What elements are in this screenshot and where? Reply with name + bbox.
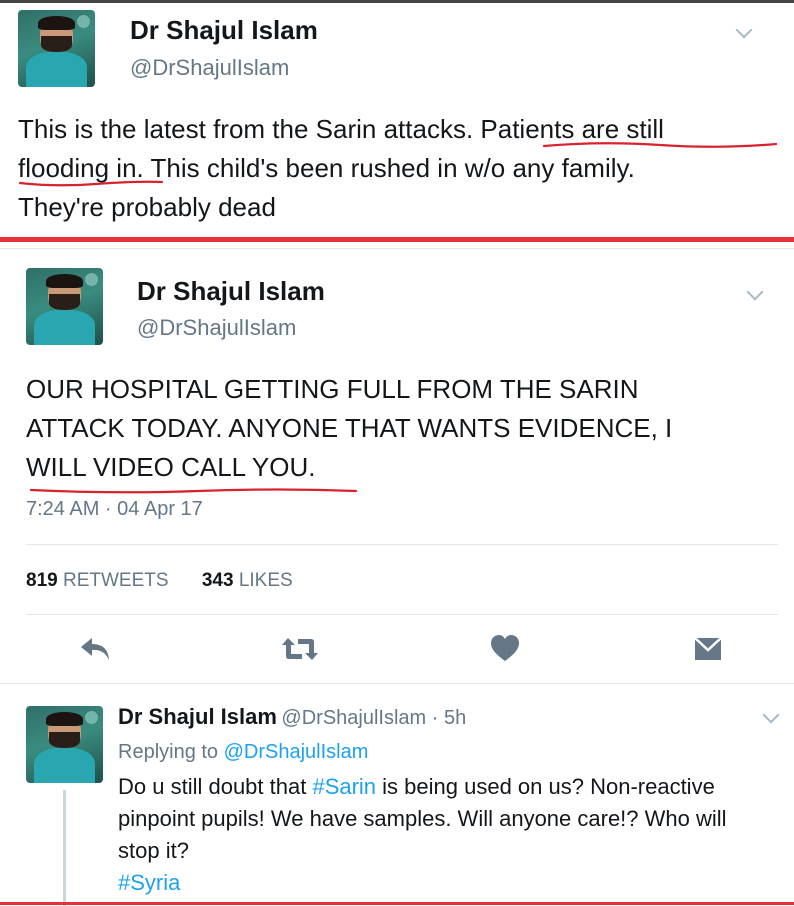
retweets-label[interactable]: RETWEETS [63,570,169,591]
author-handle[interactable]: @DrShajulIslam [137,315,296,341]
annotation-underline [542,142,778,148]
text-segment: This is the latest from the Sarin attack… [18,114,481,144]
author-name[interactable]: Dr Shajul Islam [130,15,318,46]
stats-row: 819 RETWEETS 343 LIKES [26,570,293,592]
likes-count[interactable]: 343 [202,570,234,591]
replying-handle-link[interactable]: @DrShajulIslam [224,741,369,763]
chevron-down-icon[interactable] [746,283,764,301]
text-line: WILL VIDEO CALL YOU. [26,452,316,482]
hashtag-link[interactable]: #Syria [118,867,788,899]
tweet-text: This is the latest from the Sarin attack… [18,110,788,227]
divider [0,902,794,905]
divider [0,683,794,684]
text-line: ATTACK TODAY. ANYONE THAT WANTS EVIDENCE… [26,413,673,443]
author-handle[interactable]: @DrShajulIslam [130,55,289,81]
heart-icon[interactable] [490,634,520,662]
likes-label[interactable]: LIKES [239,570,293,591]
text-segment: . This child's been rushed in w/o any fa… [136,153,635,183]
avatar[interactable] [26,706,103,783]
text-line: OUR HOSPITAL GETTING FULL FROM THE SARIN [26,374,639,404]
chevron-down-icon[interactable] [762,706,780,724]
divider [26,544,778,545]
annotation-underline [18,180,164,187]
replying-to: Replying to @DrShajulIslam [118,741,368,764]
author-name[interactable]: Dr Shajul Islam [118,704,277,729]
reply-icon[interactable] [78,634,112,664]
text-segment: Do u still doubt that [118,774,313,799]
top-border [0,0,794,3]
text-segment: They're probably dead [18,192,276,222]
timestamp[interactable]: 7:24 AM · 04 Apr 17 [26,498,203,521]
hashtag-link[interactable]: #Sarin [312,774,376,799]
text-segment: is being used on us? Non-reactive [376,774,715,799]
replying-label: Replying to [118,741,224,763]
text-line: stop it? [118,838,189,863]
avatar[interactable] [26,268,103,345]
retweet-icon[interactable] [280,636,320,662]
author-name[interactable]: Dr Shajul Islam [137,276,325,307]
divider [0,248,794,249]
author-handle[interactable]: @DrShajulIslam · 5h [281,707,466,729]
retweets-count[interactable]: 819 [26,570,58,591]
tweet-text: Do u still doubt that #Sarin is being us… [118,771,788,899]
thread-line [63,790,66,906]
chevron-down-icon[interactable] [735,21,753,39]
tweet-text: OUR HOSPITAL GETTING FULL FROM THE SARIN… [26,370,786,487]
tweet-header: Dr Shajul Islam @DrShajulIslam · 5h [118,704,466,730]
avatar[interactable] [18,10,95,87]
annotation-underline [29,488,358,494]
divider [0,237,794,242]
text-line: pinpoint pupils! We have samples. Will a… [118,806,727,831]
divider [26,614,778,615]
envelope-icon[interactable] [693,636,723,662]
